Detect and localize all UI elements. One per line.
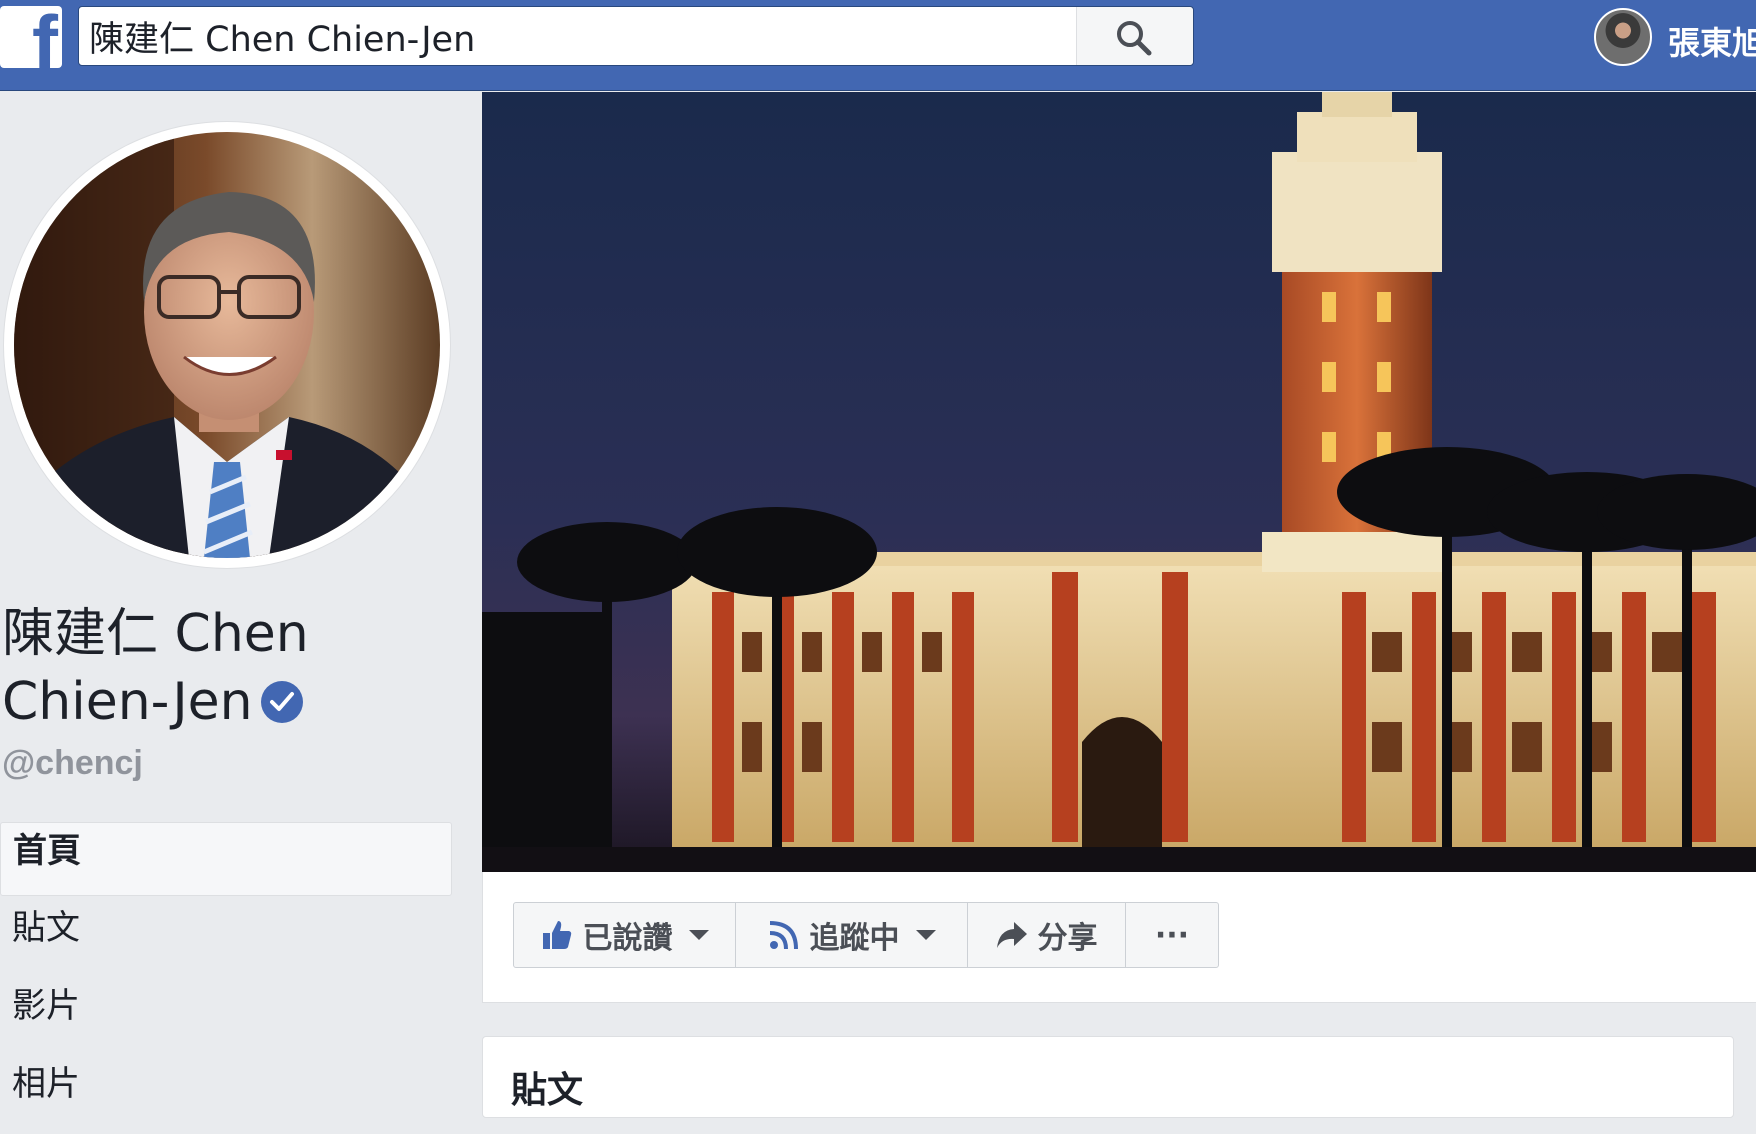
more-dots-icon: ··· [1154, 917, 1190, 953]
search-input[interactable] [89, 7, 1089, 65]
more-options-button[interactable]: ··· [1126, 903, 1218, 967]
chevron-down-icon [688, 930, 709, 940]
cover-photo[interactable] [482, 92, 1756, 872]
following-label: 追蹤中 [809, 921, 900, 956]
chevron-down-icon [915, 930, 936, 940]
thumbs-up-icon [542, 921, 571, 949]
posts-card: 貼文 [482, 1036, 1734, 1118]
user-name-link[interactable]: 張東旭 [1668, 18, 1756, 64]
user-avatar[interactable] [1594, 8, 1652, 66]
posts-section-title: 貼文 [511, 1070, 584, 1111]
page-action-bar: 已說讚 追蹤中 分享 ··· [513, 902, 1219, 968]
share-label: 分享 [1037, 921, 1098, 956]
liked-label: 已說讚 [582, 921, 673, 956]
nav-item-posts[interactable]: 貼文 [0, 900, 452, 974]
facebook-logo-icon[interactable]: f [0, 6, 62, 68]
verified-badge-icon [260, 681, 303, 723]
search-icon [1117, 21, 1152, 56]
page-title: 陳建仁 Chen Chien-Jen [2, 600, 422, 736]
liked-button[interactable]: 已說讚 [514, 903, 736, 967]
page-title-line2: Chien-Jen [2, 672, 253, 732]
nav-item-home[interactable]: 首頁 [0, 822, 452, 896]
rss-follow-icon [769, 921, 798, 950]
search-button[interactable] [1076, 7, 1193, 65]
page-navigation: 首頁 貼文 影片 相片 [0, 822, 452, 1134]
page-actions-card: 已說讚 追蹤中 分享 ··· [482, 872, 1756, 1003]
page-title-line1: 陳建仁 Chen [2, 604, 309, 664]
search-box [78, 6, 1194, 66]
profile-picture[interactable] [14, 132, 440, 558]
nav-item-photos[interactable]: 相片 [0, 1056, 452, 1130]
share-arrow-icon [996, 922, 1027, 948]
page-handle[interactable]: @chencj [2, 744, 143, 783]
profile-picture-frame [4, 122, 450, 568]
following-button[interactable]: 追蹤中 [736, 903, 968, 967]
share-button[interactable]: 分享 [968, 903, 1126, 967]
top-navigation-bar: f 張東旭 [0, 0, 1756, 91]
nav-item-videos[interactable]: 影片 [0, 978, 452, 1052]
